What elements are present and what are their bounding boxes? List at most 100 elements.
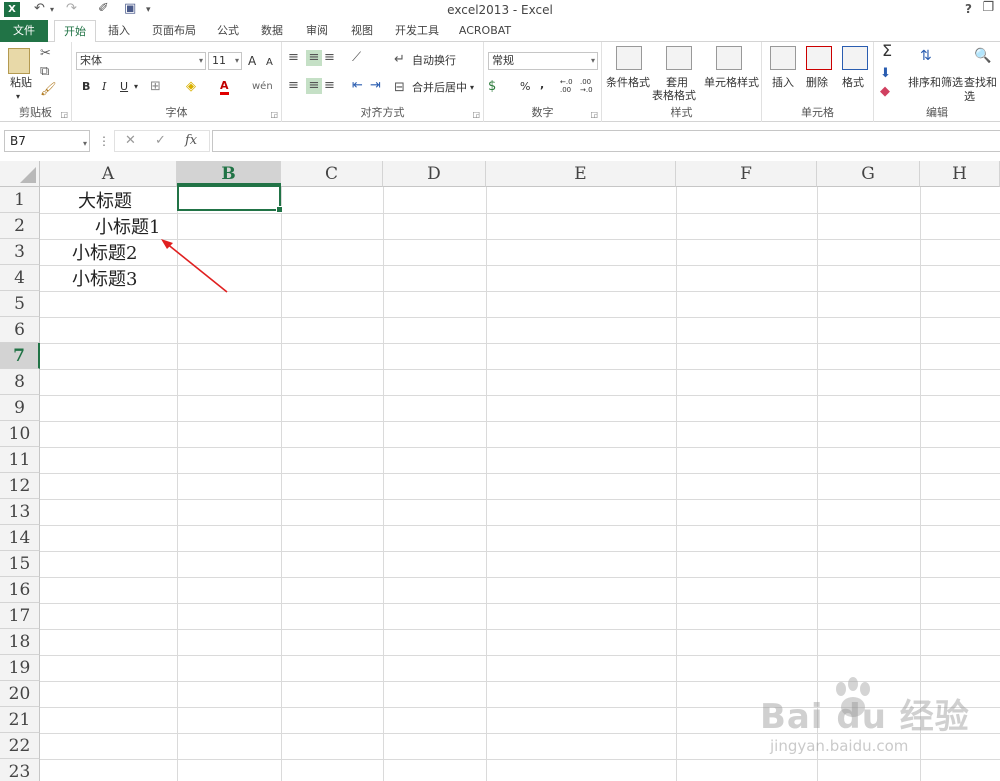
autosum-button[interactable]: Σ <box>882 43 892 59</box>
font-name-select[interactable]: 宋体 ▾ <box>76 52 206 70</box>
orientation-icon[interactable]: ⟋ <box>352 50 361 66</box>
tab-formulas[interactable]: 公式 <box>210 20 246 42</box>
row-header-18[interactable]: 18 <box>0 629 40 655</box>
format-as-table-line1[interactable]: 套用 <box>666 76 688 90</box>
tab-view[interactable]: 视图 <box>344 20 380 42</box>
font-color-button[interactable]: A <box>220 80 229 95</box>
phonetic-button[interactable]: wén <box>252 80 273 94</box>
tab-file[interactable]: 文件 <box>0 20 48 42</box>
column-header-e[interactable]: E <box>486 161 676 187</box>
copy-icon[interactable]: ⧉ <box>40 64 49 80</box>
border-icon[interactable]: ⊞ <box>150 79 161 95</box>
tab-acrobat[interactable]: ACROBAT <box>454 20 516 42</box>
help-button[interactable]: ? <box>965 2 972 16</box>
align-right-icon[interactable]: ≡ <box>324 78 335 94</box>
decrease-decimal-button[interactable]: .00 →.0 <box>580 78 598 94</box>
shrink-font-button[interactable]: A <box>266 56 273 70</box>
name-box[interactable]: B7 ▾ <box>4 130 90 152</box>
tab-developer[interactable]: 开发工具 <box>390 20 444 42</box>
row-header-10[interactable]: 10 <box>0 421 40 447</box>
cell-a3[interactable]: 小标题2 <box>72 241 137 267</box>
decrease-indent-icon[interactable]: ⇤ <box>352 78 363 94</box>
underline-button[interactable]: U <box>120 80 128 94</box>
alignment-launcher-icon[interactable]: ◲ <box>472 110 480 119</box>
row-header-6[interactable]: 6 <box>0 317 40 343</box>
sort-filter-button[interactable]: 排序和筛选 <box>908 76 963 90</box>
row-header-23[interactable]: 23 <box>0 759 40 781</box>
format-cells-button[interactable]: 格式 <box>842 76 864 90</box>
insert-function-icon[interactable]: fx <box>185 133 197 148</box>
fill-icon[interactable]: ⬇ <box>880 66 891 82</box>
ribbon-display-options-icon[interactable]: ❐ <box>982 0 994 15</box>
column-header-f[interactable]: F <box>676 161 817 187</box>
insert-cells-button[interactable]: 插入 <box>772 76 794 90</box>
font-size-select[interactable]: 11 ▾ <box>208 52 242 70</box>
column-header-d[interactable]: D <box>383 161 486 187</box>
row-header-5[interactable]: 5 <box>0 291 40 317</box>
format-as-table-button[interactable]: 表格格式 <box>652 89 696 103</box>
cut-icon[interactable]: ✂ <box>40 46 51 62</box>
merge-center-icon[interactable]: ⊟ <box>394 80 405 96</box>
cell-a1[interactable]: 大标题 <box>78 189 132 215</box>
format-as-table-icon[interactable] <box>666 46 692 70</box>
row-header-13[interactable]: 13 <box>0 499 40 525</box>
increase-decimal-button[interactable]: ←.0 .00 <box>560 78 578 94</box>
paste-dropdown-icon[interactable]: ▾ <box>16 90 20 104</box>
tab-data[interactable]: 数据 <box>254 20 290 42</box>
cancel-icon[interactable]: ✕ <box>125 133 136 148</box>
conditional-formatting-button[interactable]: 条件格式 <box>606 76 650 90</box>
row-header-4[interactable]: 4 <box>0 265 40 291</box>
row-header-7[interactable]: 7 <box>0 343 40 369</box>
row-header-15[interactable]: 15 <box>0 551 40 577</box>
align-middle-icon[interactable]: ≡ <box>306 50 322 66</box>
find-select-button[interactable]: 查找和选 <box>964 76 1000 104</box>
conditional-formatting-icon[interactable] <box>616 46 642 70</box>
fill-color-icon[interactable]: ◈ <box>186 79 196 95</box>
wrap-text-icon[interactable]: ↵ <box>394 52 405 68</box>
column-header-g[interactable]: G <box>817 161 920 187</box>
number-format-select[interactable]: 常规 ▾ <box>488 52 598 70</box>
row-header-22[interactable]: 22 <box>0 733 40 759</box>
active-cell-b7[interactable] <box>177 183 283 213</box>
formula-bar-splitter[interactable]: ⋮ <box>98 134 110 148</box>
row-header-8[interactable]: 8 <box>0 369 40 395</box>
bold-button[interactable]: B <box>82 80 90 94</box>
row-header-16[interactable]: 16 <box>0 577 40 603</box>
tab-page-layout[interactable]: 页面布局 <box>144 20 204 42</box>
format-cells-icon[interactable] <box>842 46 868 70</box>
cell-styles-icon[interactable] <box>716 46 742 70</box>
find-select-icon[interactable]: 🔍 <box>974 48 991 64</box>
merge-dropdown-icon[interactable]: ▾ <box>470 81 474 95</box>
select-all-button[interactable] <box>0 161 40 187</box>
row-header-21[interactable]: 21 <box>0 707 40 733</box>
font-launcher-icon[interactable]: ◲ <box>270 110 278 119</box>
percent-button[interactable]: % <box>520 80 530 94</box>
increase-indent-icon[interactable]: ⇥ <box>370 78 381 94</box>
sort-filter-icon[interactable]: ⇅ <box>920 48 932 64</box>
delete-cells-button[interactable]: 删除 <box>806 76 828 90</box>
comma-button[interactable]: , <box>540 78 544 92</box>
align-left-icon[interactable]: ≡ <box>288 78 299 94</box>
align-bottom-icon[interactable]: ≡ <box>324 50 335 66</box>
insert-cells-icon[interactable] <box>770 46 796 70</box>
number-launcher-icon[interactable]: ◲ <box>590 110 598 119</box>
column-header-h[interactable]: H <box>920 161 1000 187</box>
accounting-format-icon[interactable]: $ <box>488 79 496 95</box>
align-top-icon[interactable]: ≡ <box>288 50 299 66</box>
row-header-20[interactable]: 20 <box>0 681 40 707</box>
row-header-12[interactable]: 12 <box>0 473 40 499</box>
delete-cells-icon[interactable] <box>806 46 832 70</box>
paste-button[interactable]: 粘贴 <box>10 76 32 90</box>
row-header-19[interactable]: 19 <box>0 655 40 681</box>
row-header-2[interactable]: 2 <box>0 213 40 239</box>
formula-input[interactable] <box>212 130 1000 152</box>
italic-button[interactable]: I <box>102 80 106 94</box>
row-header-9[interactable]: 9 <box>0 395 40 421</box>
tab-home[interactable]: 开始 <box>54 20 96 43</box>
column-header-a[interactable]: A <box>40 161 177 187</box>
enter-icon[interactable]: ✓ <box>155 133 166 148</box>
wrap-text-button[interactable]: 自动换行 <box>412 54 456 68</box>
clear-icon[interactable]: ◆ <box>880 84 890 100</box>
column-header-c[interactable]: C <box>281 161 383 187</box>
underline-dropdown-icon[interactable]: ▾ <box>134 80 138 94</box>
